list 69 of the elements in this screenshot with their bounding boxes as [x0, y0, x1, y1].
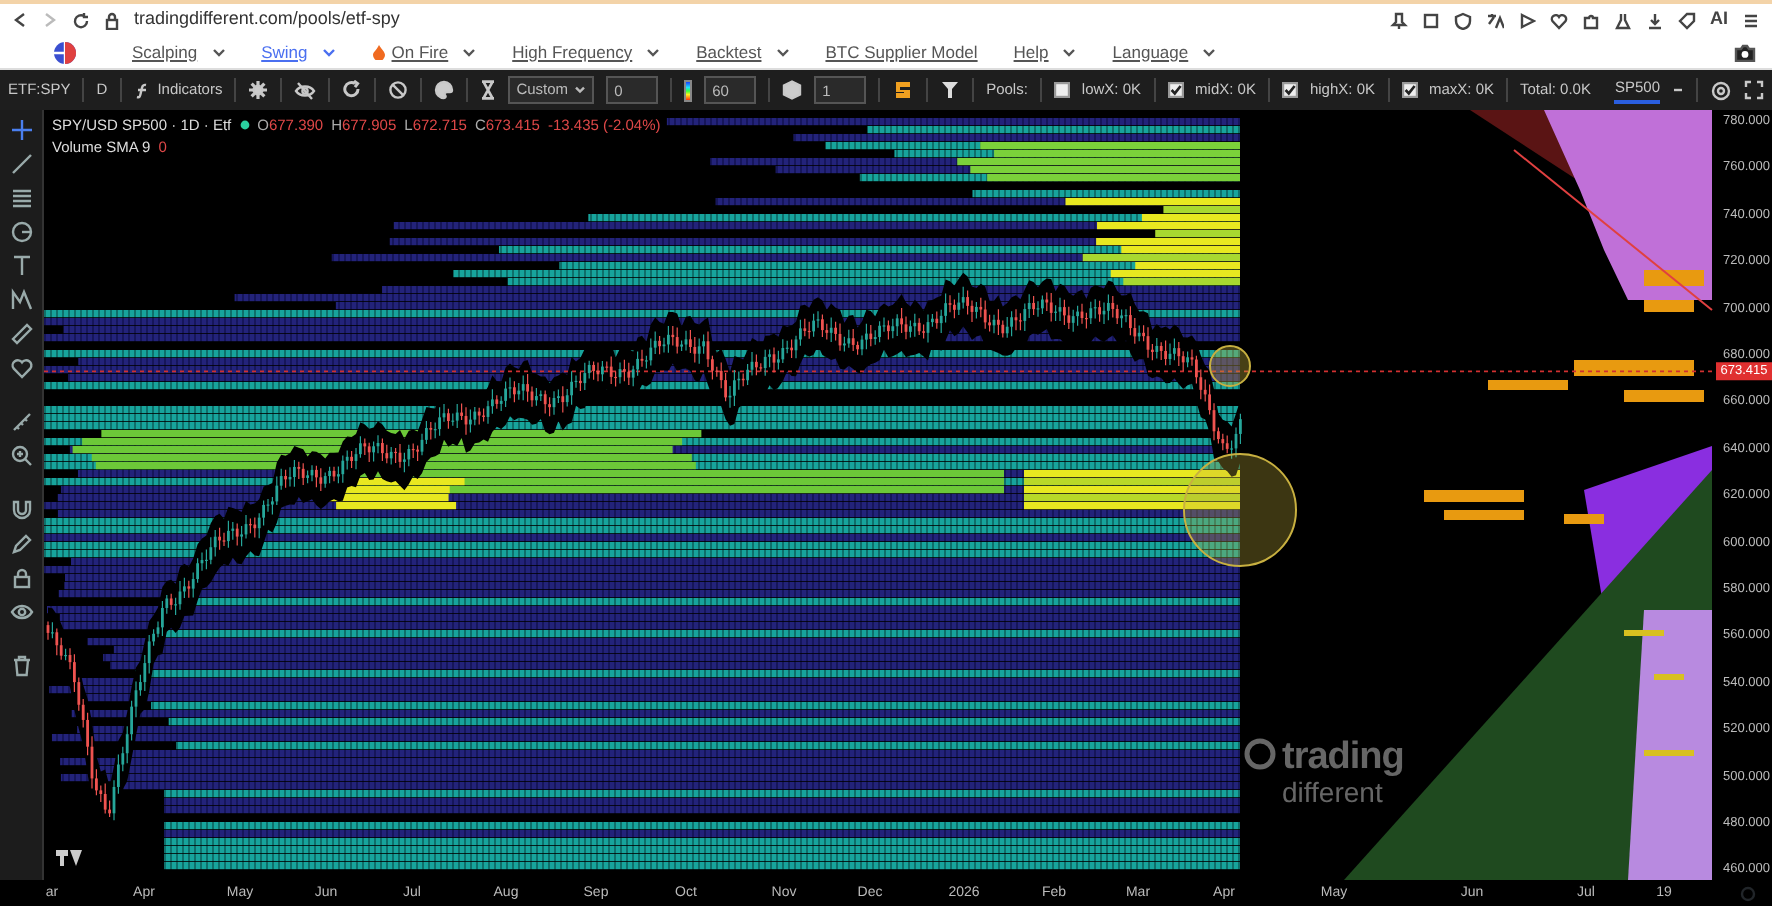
- flame-icon: [371, 44, 386, 60]
- url-text[interactable]: tradingdifferent.com/pools/etf-spy: [134, 6, 400, 34]
- caret-icon: [1202, 47, 1217, 57]
- shield-icon[interactable]: [1454, 11, 1472, 29]
- download-icon[interactable]: [1646, 11, 1664, 29]
- eye-slash-icon[interactable]: [294, 81, 317, 99]
- checkbox[interactable]: [1281, 82, 1298, 98]
- chart-logo-icon: [56, 850, 82, 866]
- translate-icon[interactable]: [1486, 11, 1504, 29]
- caret-icon: [211, 47, 226, 57]
- status-dot-icon: [239, 120, 250, 131]
- highlight-circle: [1209, 345, 1251, 387]
- checkbox[interactable]: [1167, 82, 1184, 98]
- nav-menu-item[interactable]: Help: [995, 39, 1095, 65]
- nav-menu-item[interactable]: Swing: [243, 39, 354, 65]
- trash-icon[interactable]: [9, 654, 33, 678]
- square-icon[interactable]: [1422, 11, 1440, 29]
- caret-icon: [646, 47, 661, 57]
- reload-icon[interactable]: [72, 11, 90, 29]
- hourglass-icon: [480, 80, 497, 100]
- pattern-icon[interactable]: [9, 288, 33, 312]
- caret-icon: [1062, 47, 1077, 57]
- caret-icon: [775, 47, 790, 57]
- minus-icon[interactable]: [1672, 84, 1684, 96]
- lock-icon: [104, 11, 120, 29]
- nav-menu-item[interactable]: Scalping: [114, 39, 244, 65]
- camera-icon[interactable]: [1734, 43, 1756, 61]
- back-icon[interactable]: [12, 12, 28, 28]
- ruler-icon[interactable]: [9, 322, 33, 346]
- watermark-logo-icon: [1244, 738, 1276, 770]
- fullscreen-icon[interactable]: [1744, 80, 1764, 100]
- trend-line-icon[interactable]: [9, 152, 33, 176]
- measure-icon[interactable]: [9, 410, 33, 434]
- function-icon: [133, 81, 150, 99]
- parallel-lines-icon[interactable]: [9, 186, 33, 210]
- caret-icon: [462, 47, 477, 57]
- checkbox[interactable]: [1401, 82, 1417, 98]
- ban-icon[interactable]: [388, 80, 409, 100]
- nav-menu-item[interactable]: High Frequency: [494, 39, 679, 65]
- tag-icon[interactable]: [1678, 11, 1696, 29]
- menu-icon[interactable]: [1742, 11, 1760, 29]
- circle-icon[interactable]: [9, 220, 33, 244]
- crosshair-icon[interactable]: [9, 118, 33, 142]
- highlight-circle: [1183, 453, 1297, 567]
- checkbox[interactable]: [1053, 82, 1070, 98]
- flask-icon[interactable]: [1614, 11, 1632, 29]
- redo-icon[interactable]: [342, 80, 363, 100]
- filter-icon[interactable]: [940, 80, 961, 100]
- magnet-icon[interactable]: [9, 498, 33, 522]
- color-gradient-bar[interactable]: [684, 79, 693, 101]
- heart-icon[interactable]: [9, 356, 33, 380]
- caret-icon: [574, 86, 587, 94]
- play-icon[interactable]: [1518, 11, 1536, 29]
- lock-icon[interactable]: [9, 566, 33, 590]
- text-icon[interactable]: [9, 254, 33, 278]
- nav-menu-item[interactable]: On Fire: [353, 39, 495, 65]
- nav-menu-item[interactable]: Backtest: [678, 39, 808, 65]
- zoom-icon[interactable]: [9, 444, 33, 468]
- nav-menu-item[interactable]: BTC Supplier Model: [807, 39, 996, 65]
- caret-icon: [321, 47, 336, 57]
- pin-icon[interactable]: [1390, 11, 1408, 29]
- watermark-text: trading: [1282, 738, 1404, 778]
- watermark-text: different: [1282, 778, 1385, 806]
- palette-icon[interactable]: [434, 80, 455, 100]
- heart-icon[interactable]: [1550, 11, 1568, 29]
- eye-icon[interactable]: [9, 600, 33, 624]
- globe-logo-icon[interactable]: [52, 39, 78, 65]
- nav-menu-item[interactable]: Language: [1094, 39, 1235, 65]
- ai-button[interactable]: AI: [1710, 6, 1728, 34]
